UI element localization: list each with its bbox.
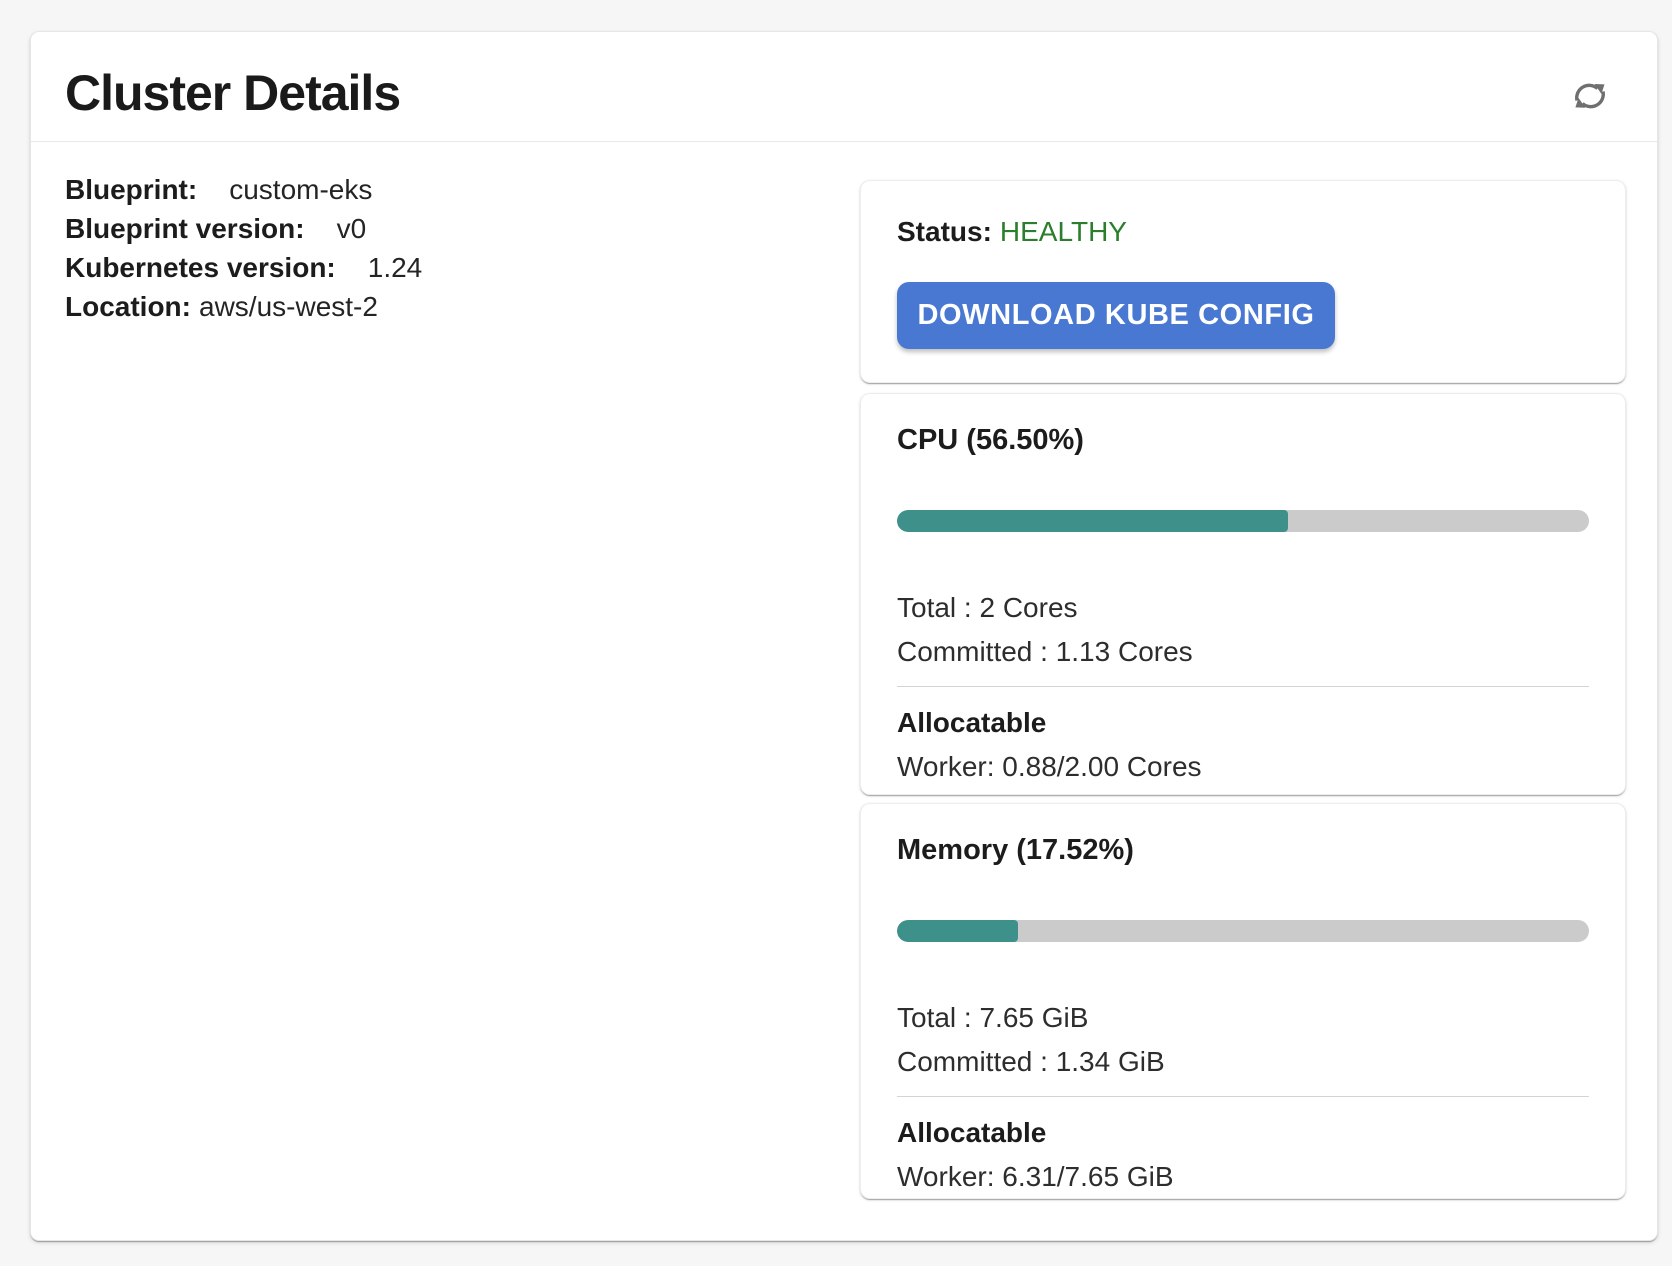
memory-usage-card: Memory (17.52%) Total : 7.65 GiB Committ… <box>860 803 1626 1199</box>
blueprint-version-value: v0 <box>337 213 367 244</box>
memory-divider <box>897 1096 1589 1097</box>
blueprint-label: Blueprint: <box>65 174 197 205</box>
cpu-progress-bar <box>897 510 1589 532</box>
status-line: Status: HEALTHY <box>897 215 1589 249</box>
panel-header: Cluster Details <box>31 32 1657 142</box>
cpu-divider <box>897 686 1589 687</box>
memory-worker-allocatable: Worker: 6.31/7.65 GiB <box>897 1155 1589 1199</box>
cpu-usage-card: CPU (56.50%) Total : 2 Cores Committed :… <box>860 393 1626 795</box>
cpu-progress-fill <box>897 510 1288 532</box>
cpu-allocatable-label: Allocatable <box>897 701 1589 745</box>
cpu-committed: Committed : 1.13 Cores <box>897 630 1589 674</box>
cluster-details-panel: Cluster Details Blueprint: custom-eks Blu… <box>30 31 1658 1241</box>
memory-title: Memory (17.52%) <box>897 832 1589 868</box>
cpu-stats: Total : 2 Cores Committed : 1.13 Cores <box>897 586 1589 674</box>
refresh-sync-icon <box>1567 76 1613 119</box>
memory-progress-fill <box>897 920 1018 942</box>
status-label: Status: <box>897 216 992 247</box>
memory-allocatable-block: Allocatable Worker: 6.31/7.65 GiB <box>897 1111 1589 1199</box>
status-card: Status: HEALTHY DOWNLOAD KUBE CONFIG <box>860 180 1626 383</box>
detail-row-blueprint-version: Blueprint version: v0 <box>65 209 422 248</box>
memory-progress-bar <box>897 920 1589 942</box>
detail-row-location: Location: aws/us-west-2 <box>65 287 422 326</box>
cpu-worker-allocatable: Worker: 0.88/2.00 Cores <box>897 745 1589 789</box>
detail-row-kubernetes-version: Kubernetes version: 1.24 <box>65 248 422 287</box>
refresh-button[interactable] <box>1567 74 1613 120</box>
location-value: aws/us-west-2 <box>199 291 378 322</box>
download-kube-config-button[interactable]: DOWNLOAD KUBE CONFIG <box>897 282 1335 349</box>
cpu-allocatable-block: Allocatable Worker: 0.88/2.00 Cores <box>897 701 1589 789</box>
blueprint-value: custom-eks <box>229 174 372 205</box>
cpu-total: Total : 2 Cores <box>897 586 1589 630</box>
kubernetes-version-label: Kubernetes version: <box>65 252 336 283</box>
memory-committed: Committed : 1.34 GiB <box>897 1040 1589 1084</box>
panel-content: Blueprint: custom-eks Blueprint version: v… <box>31 142 1657 1239</box>
memory-total: Total : 7.65 GiB <box>897 996 1589 1040</box>
cpu-title: CPU (56.50%) <box>897 422 1589 458</box>
detail-row-blueprint: Blueprint: custom-eks <box>65 170 422 209</box>
cluster-health-column: Status: HEALTHY DOWNLOAD KUBE CONFIG CPU … <box>860 180 1626 1199</box>
blueprint-version-label: Blueprint version: <box>65 213 305 244</box>
memory-allocatable-label: Allocatable <box>897 1111 1589 1155</box>
page-title: Cluster Details <box>65 68 400 118</box>
cluster-meta-list: Blueprint: custom-eks Blueprint version: v… <box>65 170 422 326</box>
kubernetes-version-value: 1.24 <box>368 252 423 283</box>
memory-stats: Total : 7.65 GiB Committed : 1.34 GiB <box>897 996 1589 1084</box>
location-label: Location: <box>65 291 191 322</box>
status-badge: HEALTHY <box>1000 216 1127 247</box>
